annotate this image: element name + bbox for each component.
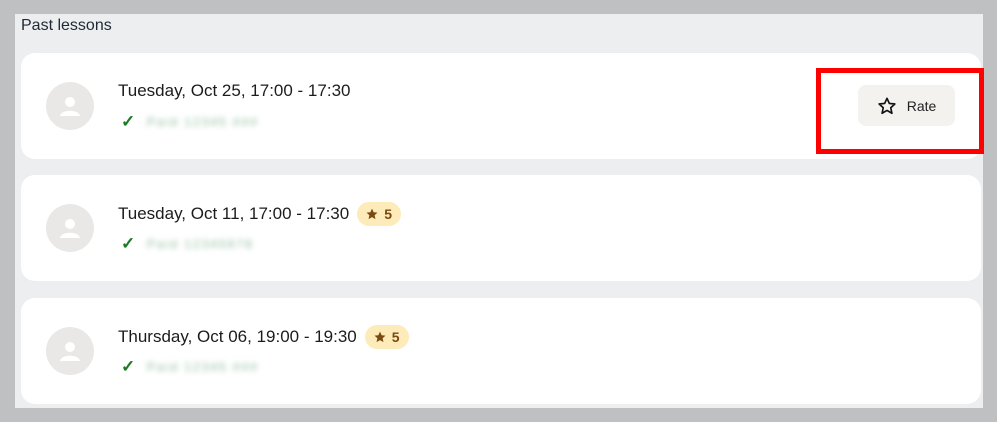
avatar: [46, 327, 94, 375]
lesson-status: ✓ Paid 12345678: [121, 235, 254, 253]
status-text: Paid 12345 ###: [147, 115, 260, 129]
user-silhouette-icon: [60, 219, 80, 238]
lesson-title: Tuesday, Oct 11, 17:00 - 17:30 5: [118, 202, 402, 226]
check-icon: ✓: [121, 234, 136, 253]
avatar: [46, 82, 94, 130]
lesson-card: Thursday, Oct 06, 19:00 - 19:30 5 ✓ Paid…: [21, 298, 981, 404]
check-icon: ✓: [121, 112, 136, 131]
status-text: Paid 12345 ###: [147, 360, 260, 374]
rating-value: 5: [384, 206, 393, 222]
lesson-datetime: Thursday, Oct 06, 19:00 - 19:30: [118, 327, 357, 346]
status-text: Paid 12345678: [147, 237, 254, 251]
rating-badge: 5: [357, 202, 402, 226]
lesson-card: Tuesday, Oct 11, 17:00 - 17:30 5 ✓ Paid …: [21, 175, 981, 281]
star-icon: [374, 331, 386, 343]
user-silhouette-icon: [60, 97, 80, 116]
check-icon: ✓: [121, 357, 136, 376]
highlight-box: [816, 68, 984, 154]
lesson-status: ✓ Paid 12345 ###: [121, 358, 259, 376]
lesson-title: Thursday, Oct 06, 19:00 - 19:30 5: [118, 325, 409, 349]
section-title: Past lessons: [21, 17, 112, 34]
avatar: [46, 204, 94, 252]
user-silhouette-icon: [60, 342, 80, 361]
rating-badge: 5: [364, 325, 409, 349]
rating-value: 5: [391, 329, 400, 345]
lesson-datetime: Tuesday, Oct 25, 17:00 - 17:30: [118, 81, 351, 100]
star-icon: [366, 208, 378, 220]
lesson-title: Tuesday, Oct 25, 17:00 - 17:30: [118, 80, 350, 102]
lesson-status: ✓ Paid 12345 ###: [121, 113, 259, 131]
lesson-datetime: Tuesday, Oct 11, 17:00 - 17:30: [118, 204, 350, 223]
